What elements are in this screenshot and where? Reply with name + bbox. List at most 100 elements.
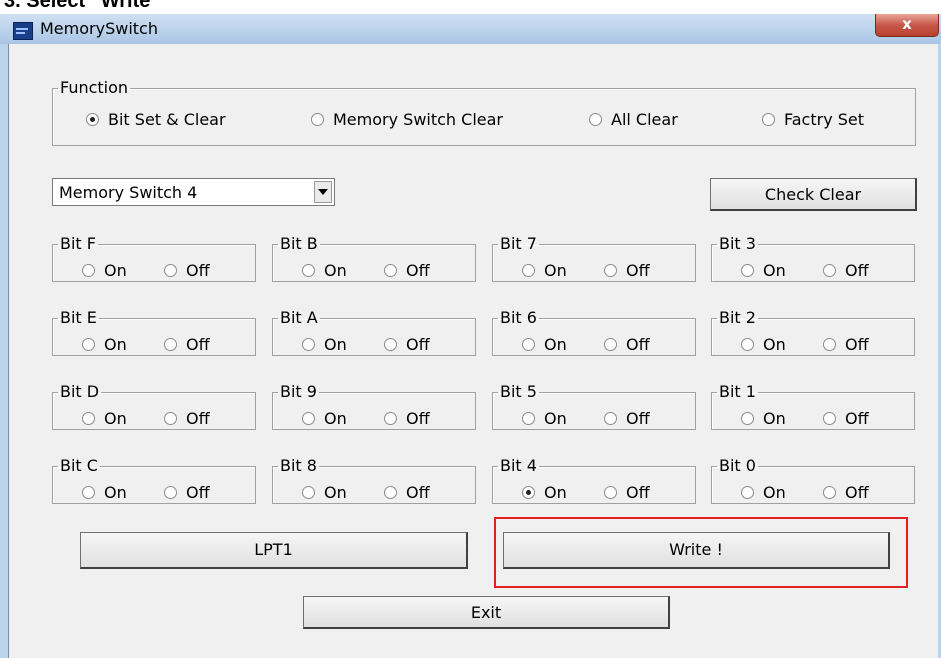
function-group-legend: Function	[60, 78, 129, 97]
bit-d-on-radio[interactable]: On	[82, 409, 127, 428]
bit-group-legend: Bit 5	[500, 382, 537, 401]
bit-group-legend: Bit 6	[500, 308, 537, 327]
bit-group-legend: Bit C	[60, 456, 98, 475]
radio-circle-icon	[604, 486, 617, 499]
function-option-all-clear[interactable]: All Clear	[589, 110, 678, 129]
radio-circle-icon	[82, 486, 95, 499]
radio-circle-icon	[302, 338, 315, 351]
bit-2-on-radio[interactable]: On	[741, 335, 786, 354]
function-option-factry-set[interactable]: Factry Set	[762, 110, 864, 129]
bit-group-legend: Bit 1	[719, 382, 756, 401]
bit-4-off-radio[interactable]: Off	[604, 483, 650, 502]
radio-label: On	[104, 409, 127, 428]
bit-f-off-radio[interactable]: Off	[164, 261, 210, 280]
bit-2-off-radio[interactable]: Off	[823, 335, 869, 354]
bit-9-on-radio[interactable]: On	[302, 409, 347, 428]
window-frame-left	[0, 44, 9, 658]
function-option-bit-set-clear[interactable]: Bit Set & Clear	[86, 110, 226, 129]
check-clear-button[interactable]: Check Clear	[710, 178, 917, 211]
function-option-memory-switch-clear[interactable]: Memory Switch Clear	[311, 110, 503, 129]
bit-7-on-radio[interactable]: On	[522, 261, 567, 280]
bit-f-on-radio[interactable]: On	[82, 261, 127, 280]
app-icon	[13, 22, 33, 40]
bit-5-on-radio[interactable]: On	[522, 409, 567, 428]
radio-circle-icon	[589, 113, 602, 126]
radio-label: On	[544, 409, 567, 428]
radio-circle-icon	[86, 113, 99, 126]
bit-8-off-radio[interactable]: Off	[384, 483, 430, 502]
radio-label: On	[544, 483, 567, 502]
title-bar[interactable]: MemorySwitch x	[0, 14, 941, 44]
bit-a-on-radio[interactable]: On	[302, 335, 347, 354]
radio-label: On	[544, 261, 567, 280]
radio-label: Off	[626, 261, 650, 280]
bit-group-legend: Bit 7	[500, 234, 537, 253]
radio-circle-icon	[164, 338, 177, 351]
bit-4-on-radio[interactable]: On	[522, 483, 567, 502]
bit-7-off-radio[interactable]: Off	[604, 261, 650, 280]
option-label: Factry Set	[784, 110, 865, 129]
bit-1-on-radio[interactable]: On	[741, 409, 786, 428]
radio-circle-icon	[522, 412, 535, 425]
radio-label: On	[104, 483, 127, 502]
radio-circle-icon	[604, 264, 617, 277]
close-button[interactable]: x	[875, 14, 939, 37]
radio-circle-icon	[522, 486, 535, 499]
port-button[interactable]: LPT1	[80, 532, 468, 569]
radio-circle-icon	[741, 412, 754, 425]
radio-label: On	[763, 261, 786, 280]
radio-label: Off	[845, 483, 869, 502]
radio-label: Off	[186, 261, 210, 280]
bit-6-on-radio[interactable]: On	[522, 335, 567, 354]
radio-label: Off	[845, 335, 869, 354]
radio-label: Off	[626, 483, 650, 502]
bit-e-on-radio[interactable]: On	[82, 335, 127, 354]
bit-c-on-radio[interactable]: On	[82, 483, 127, 502]
radio-circle-icon	[604, 412, 617, 425]
bit-group-legend: Bit 3	[719, 234, 756, 253]
radio-label: On	[544, 335, 567, 354]
bit-b-on-radio[interactable]: On	[302, 261, 347, 280]
bit-5-off-radio[interactable]: Off	[604, 409, 650, 428]
exit-button[interactable]: Exit	[303, 596, 670, 629]
select-value: Memory Switch 4	[59, 183, 198, 202]
annotation-highlight-box	[494, 517, 908, 588]
bit-3-on-radio[interactable]: On	[741, 261, 786, 280]
bit-6-off-radio[interactable]: Off	[604, 335, 650, 354]
memory-switch-select[interactable]: Memory Switch 4	[52, 178, 335, 206]
radio-circle-icon	[762, 113, 775, 126]
radio-circle-icon	[384, 338, 397, 351]
radio-label: Off	[186, 335, 210, 354]
bit-3-off-radio[interactable]: Off	[823, 261, 869, 280]
bit-8-on-radio[interactable]: On	[302, 483, 347, 502]
radio-circle-icon	[741, 264, 754, 277]
bit-a-off-radio[interactable]: Off	[384, 335, 430, 354]
radio-circle-icon	[823, 486, 836, 499]
radio-label: On	[324, 483, 347, 502]
bit-d-off-radio[interactable]: Off	[164, 409, 210, 428]
bit-e-off-radio[interactable]: Off	[164, 335, 210, 354]
radio-circle-icon	[302, 412, 315, 425]
radio-label: Off	[406, 261, 430, 280]
bit-group-legend: Bit B	[280, 234, 318, 253]
bit-9-off-radio[interactable]: Off	[384, 409, 430, 428]
bit-c-off-radio[interactable]: Off	[164, 483, 210, 502]
radio-circle-icon	[823, 338, 836, 351]
bit-b-off-radio[interactable]: Off	[384, 261, 430, 280]
chevron-down-icon[interactable]	[314, 181, 332, 203]
radio-label: Off	[406, 335, 430, 354]
radio-circle-icon	[823, 412, 836, 425]
top-crop-caption: 3. Select “Write”	[0, 0, 941, 14]
radio-label: On	[104, 261, 127, 280]
bit-group-legend: Bit 0	[719, 456, 756, 475]
radio-circle-icon	[164, 412, 177, 425]
option-label: Memory Switch Clear	[333, 110, 503, 129]
radio-label: On	[324, 261, 347, 280]
radio-label: Off	[626, 409, 650, 428]
bit-1-off-radio[interactable]: Off	[823, 409, 869, 428]
bit-0-on-radio[interactable]: On	[741, 483, 786, 502]
bit-group-legend: Bit F	[60, 234, 96, 253]
radio-label: On	[763, 409, 786, 428]
bit-0-off-radio[interactable]: Off	[823, 483, 869, 502]
radio-label: Off	[186, 483, 210, 502]
